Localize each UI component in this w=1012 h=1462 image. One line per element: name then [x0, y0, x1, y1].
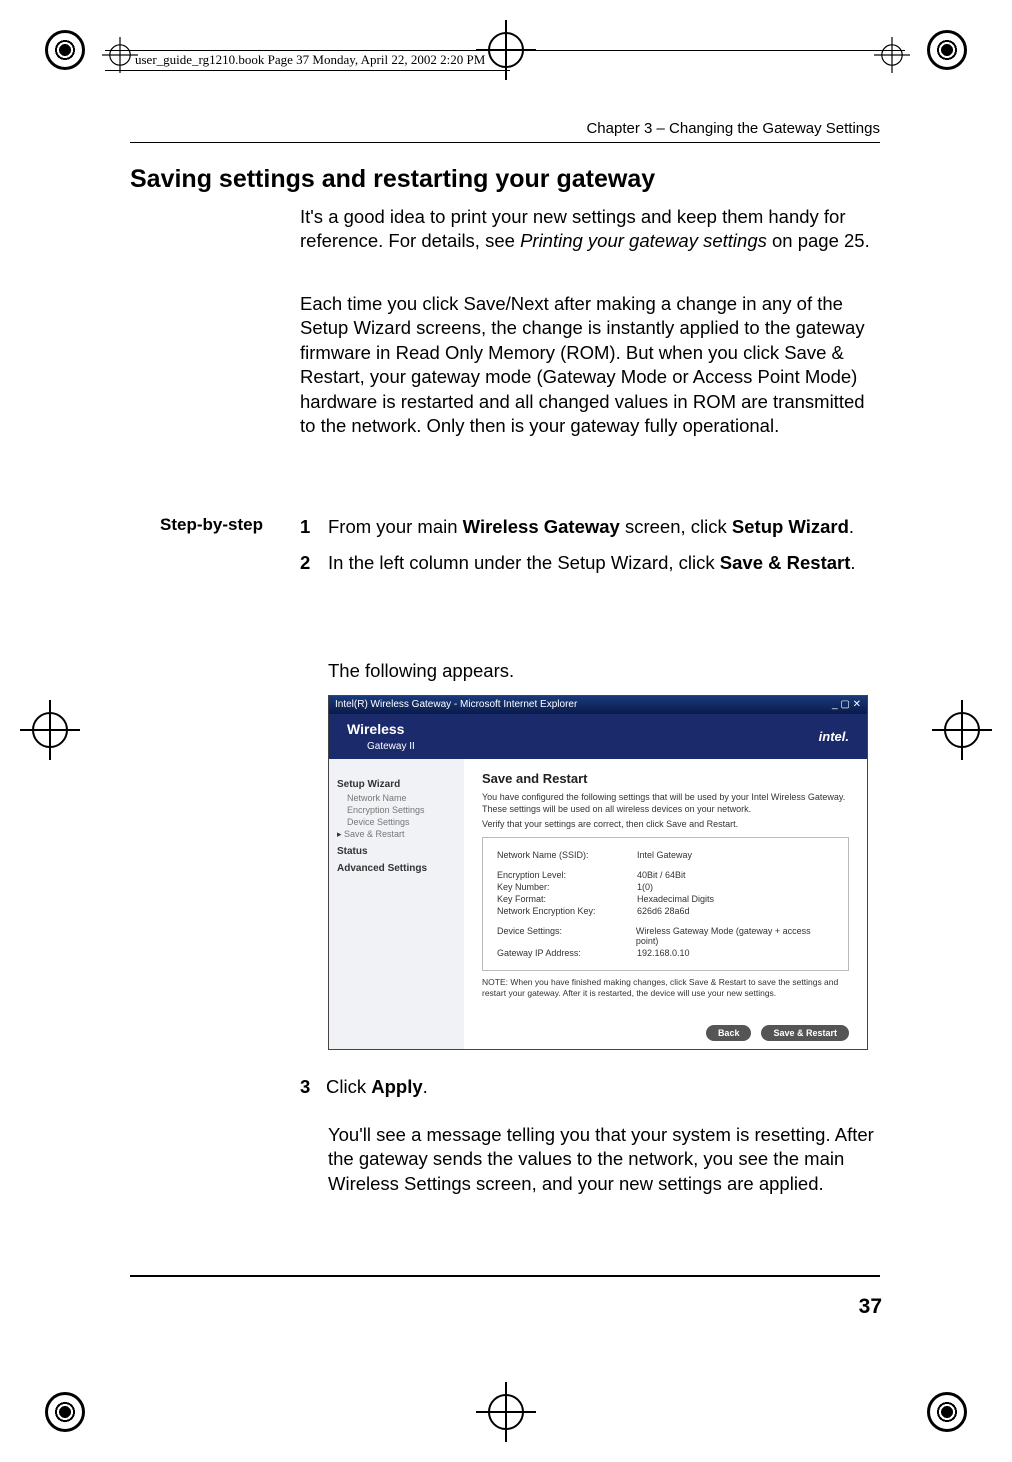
step-3-text-a: Click	[326, 1076, 371, 1097]
file-path-text: user_guide_rg1210.book Page 37 Monday, A…	[135, 52, 485, 68]
crosshair-small-icon	[102, 37, 138, 73]
sidebar-status[interactable]: Status	[337, 846, 456, 857]
step-2-bold-1: Save & Restart	[720, 552, 851, 573]
ssid-value: Intel Gateway	[637, 850, 692, 860]
intro1-text-b: on page 25.	[767, 230, 870, 251]
step-1-bold-1: Wireless Gateway	[463, 516, 620, 537]
crosshair-icon	[20, 700, 80, 760]
netkey-label: Network Encryption Key:	[497, 906, 637, 916]
enc-label: Encryption Level:	[497, 870, 637, 880]
sidebar-item-encryption[interactable]: Encryption Settings	[347, 805, 456, 815]
step-3-bold: Apply	[371, 1076, 422, 1097]
section-heading: Saving settings and restarting your gate…	[130, 165, 655, 194]
app-header: Wireless Gateway II intel.	[329, 714, 867, 759]
keyfmt-label: Key Format:	[497, 894, 637, 904]
embedded-screenshot: Intel(R) Wireless Gateway - Microsoft In…	[328, 695, 868, 1050]
netkey-value: 626d6 28a6d	[637, 906, 690, 916]
step-1-text-c: screen, click	[620, 516, 732, 537]
dev-label: Device Settings:	[497, 926, 636, 946]
brand-gateway: Gateway II	[367, 741, 415, 752]
filepath-underline	[105, 70, 510, 71]
row-ssid: Network Name (SSID):Intel Gateway	[497, 850, 834, 860]
keyfmt-value: Hexadecimal Digits	[637, 894, 714, 904]
brand-left: Wireless Gateway II	[347, 721, 415, 752]
step-2-text-c: .	[850, 552, 855, 573]
intro1-italic: Printing your gateway settings	[520, 230, 767, 251]
save-restart-button[interactable]: Save & Restart	[761, 1025, 849, 1041]
screenshot-body: Setup Wizard Network Name Encryption Set…	[329, 759, 867, 1050]
footer-rule	[130, 1275, 880, 1277]
keynum-value: 1(0)	[637, 882, 653, 892]
step-1-text-a: From your main	[328, 516, 463, 537]
ssid-label: Network Name (SSID):	[497, 850, 637, 860]
panel-title: Save and Restart	[482, 771, 849, 786]
registration-mark-icon	[45, 1392, 85, 1432]
chapter-rule	[130, 142, 880, 143]
sidebar-setup-wizard[interactable]: Setup Wizard	[337, 779, 456, 790]
page-number: 37	[859, 1295, 882, 1319]
step-3-text-c: .	[423, 1076, 428, 1097]
settings-summary-box: Network Name (SSID):Intel Gateway Encryp…	[482, 837, 849, 971]
step-by-step-label: Step-by-step	[160, 515, 263, 535]
registration-mark-icon	[927, 1392, 967, 1432]
ip-label: Gateway IP Address:	[497, 948, 637, 958]
sidebar-item-network-name[interactable]: Network Name	[347, 793, 456, 803]
step-2: 2 In the left column under the Setup Wiz…	[300, 551, 880, 575]
step-3: 3Click Apply.	[300, 1075, 880, 1099]
step-2-text-a: In the left column under the Setup Wizar…	[328, 552, 720, 573]
keynum-label: Key Number:	[497, 882, 637, 892]
panel-desc-2: Verify that your settings are correct, t…	[482, 819, 849, 831]
row-keyformat: Key Format:Hexadecimal Digits	[497, 894, 834, 904]
row-netkey: Network Encryption Key:626d6 28a6d	[497, 906, 834, 916]
window-title: Intel(R) Wireless Gateway - Microsoft In…	[335, 696, 577, 714]
registration-mark-icon	[927, 30, 967, 70]
window-titlebar: Intel(R) Wireless Gateway - Microsoft In…	[329, 696, 867, 714]
crosshair-icon	[932, 700, 992, 760]
registration-mark-icon	[45, 30, 85, 70]
intro-paragraph-1: It's a good idea to print your new setti…	[300, 205, 880, 254]
sidebar-advanced[interactable]: Advanced Settings	[337, 863, 456, 874]
dev-value: Wireless Gateway Mode (gateway + access …	[636, 926, 834, 946]
closing-paragraph: You'll see a message telling you that yo…	[328, 1123, 880, 1196]
row-device: Device Settings:Wireless Gateway Mode (g…	[497, 926, 834, 946]
row-ip: Gateway IP Address:192.168.0.10	[497, 948, 834, 958]
row-keynumber: Key Number:1(0)	[497, 882, 834, 892]
following-text: The following appears.	[328, 660, 514, 682]
step-1-number: 1	[300, 515, 310, 539]
crosshair-small-icon	[874, 37, 910, 73]
window-controls: _ ▢ ✕	[832, 696, 861, 714]
ip-value: 192.168.0.10	[637, 948, 690, 958]
chapter-header: Chapter 3 – Changing the Gateway Setting…	[130, 120, 880, 137]
row-encryption: Encryption Level:40Bit / 64Bit	[497, 870, 834, 880]
main-panel: Save and Restart You have configured the…	[464, 759, 867, 1050]
step-1: 1 From your main Wireless Gateway screen…	[300, 515, 880, 539]
sidebar-item-device[interactable]: Device Settings	[347, 817, 456, 827]
crosshair-icon	[476, 1382, 536, 1442]
brand-wireless: Wireless	[347, 721, 404, 737]
panel-desc-1: You have configured the following settin…	[482, 792, 849, 815]
panel-note: NOTE: When you have finished making chan…	[482, 977, 849, 999]
steps-list: 1 From your main Wireless Gateway screen…	[300, 515, 880, 588]
enc-value: 40Bit / 64Bit	[637, 870, 686, 880]
sidebar: Setup Wizard Network Name Encryption Set…	[329, 759, 464, 1050]
step-3-number: 3	[300, 1075, 326, 1099]
back-button[interactable]: Back	[706, 1025, 752, 1041]
button-row: Back Save & Restart	[706, 1025, 849, 1041]
step-1-bold-2: Setup Wizard	[732, 516, 849, 537]
top-rule	[105, 50, 905, 51]
sidebar-item-save-restart[interactable]: Save & Restart	[347, 829, 456, 840]
step-2-number: 2	[300, 551, 310, 575]
step-1-text-d: .	[849, 516, 854, 537]
intel-logo: intel.	[819, 729, 849, 744]
intro-paragraph-2: Each time you click Save/Next after maki…	[300, 292, 880, 438]
